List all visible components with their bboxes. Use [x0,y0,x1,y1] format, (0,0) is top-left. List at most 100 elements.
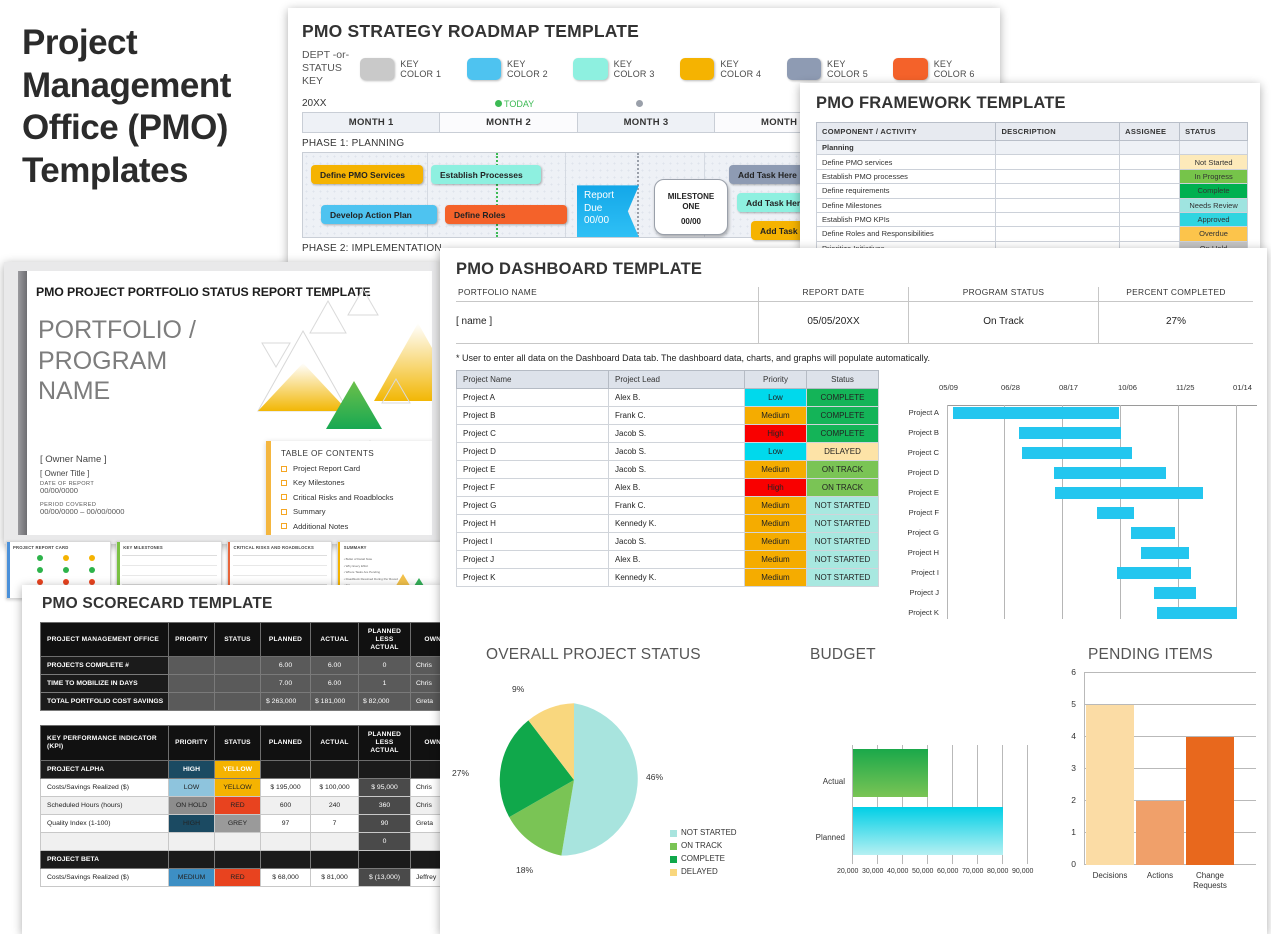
status-badge[interactable]: Approved [1180,212,1248,226]
cell[interactable] [996,212,1120,226]
status-badge[interactable]: Needs Review [1180,198,1248,212]
priority-badge[interactable]: HIGH [169,760,215,778]
priority-badge[interactable]: Medium [745,515,807,533]
cell[interactable] [1120,169,1180,183]
priority-badge[interactable]: LOW [169,778,215,796]
cell[interactable] [311,760,359,778]
cell[interactable] [169,850,215,868]
cell[interactable] [996,184,1120,198]
cell[interactable] [169,657,215,675]
cell[interactable] [1120,155,1180,169]
priority-badge[interactable]: Medium [745,407,807,425]
gantt-bar[interactable] [1131,527,1175,539]
cell[interactable] [1120,184,1180,198]
status-badge[interactable]: ON TRACK [807,461,879,479]
status-badge[interactable]: COMPLETE [807,425,879,443]
pending-bar-actions[interactable] [1136,801,1184,865]
cell[interactable] [1120,212,1180,226]
pending-bar-change-requests[interactable] [1186,737,1234,865]
cell[interactable] [215,850,261,868]
cell[interactable] [311,850,359,868]
cell[interactable] [359,760,411,778]
cell[interactable] [215,693,261,711]
priority-badge[interactable]: Low [745,443,807,461]
status-badge[interactable]: Overdue [1180,227,1248,241]
gantt-bar[interactable] [1022,447,1132,459]
gantt-bar[interactable] [1141,547,1189,559]
gantt-bar[interactable] [1117,567,1191,579]
priority-badge[interactable]: Medium [745,461,807,479]
priority-badge[interactable]: Medium [745,551,807,569]
status-badge[interactable]: NOT STARTED [807,569,879,587]
cell[interactable] [996,155,1120,169]
roadmap-task-bar[interactable]: Define Roles [445,205,567,224]
cell[interactable] [359,850,411,868]
status-badge[interactable]: YELLOW [215,760,261,778]
val-percent-completed[interactable]: 27% [1098,302,1253,343]
roadmap-task-bar[interactable]: Define PMO Services [311,165,423,184]
status-badge[interactable]: NOT STARTED [807,533,879,551]
legend-item-delayed[interactable]: DELAYED [670,866,737,879]
gantt-bar[interactable] [1019,427,1121,439]
val-portfolio-name[interactable]: [ name ] [456,302,758,343]
toc-item[interactable]: Key Milestones [281,478,432,487]
status-badge[interactable]: RED [215,868,261,886]
cell[interactable] [1120,227,1180,241]
priority-badge[interactable]: ON HOLD [169,796,215,814]
cell[interactable] [1120,198,1180,212]
priority-badge[interactable]: Low [745,389,807,407]
cell[interactable] [311,832,359,850]
pending-bar-decisions[interactable] [1086,705,1134,865]
cell[interactable] [996,227,1120,241]
gantt-bar[interactable] [1055,487,1203,499]
status-badge[interactable]: NOT STARTED [807,551,879,569]
cell[interactable] [996,198,1120,212]
status-badge[interactable]: Not Started [1180,155,1248,169]
status-badge[interactable]: COMPLETE [807,389,879,407]
priority-badge[interactable]: MEDIUM [169,868,215,886]
cell[interactable] [261,760,311,778]
roadmap-task-bar[interactable]: Develop Action Plan [321,205,437,224]
priority-badge[interactable]: HIGH [169,814,215,832]
status-badge[interactable]: GREY [215,814,261,832]
budget-bar-actual[interactable] [853,749,928,797]
gantt-bar[interactable] [1054,467,1166,479]
gantt-bar[interactable] [1157,607,1237,619]
legend-item-not-started[interactable]: NOT STARTED [670,827,737,840]
gantt-bar[interactable] [953,407,1119,419]
gantt-bar[interactable] [1154,587,1196,599]
val-program-status[interactable]: On Track [908,302,1098,343]
toc-item[interactable]: Summary [281,507,432,516]
status-badge[interactable]: YELLOW [215,778,261,796]
cell[interactable] [169,693,215,711]
status-badge[interactable]: COMPLETE [807,407,879,425]
legend-item-complete[interactable]: COMPLETE [670,853,737,866]
status-badge[interactable]: ON TRACK [807,479,879,497]
status-badge[interactable]: DELAYED [807,443,879,461]
priority-badge[interactable]: High [745,479,807,497]
priority-badge[interactable]: High [745,425,807,443]
budget-bar-planned[interactable] [853,807,1003,855]
toc-item[interactable]: Project Report Card [281,464,432,473]
cell[interactable] [996,169,1120,183]
priority-badge[interactable]: Medium [745,533,807,551]
status-badge[interactable]: Complete [1180,184,1248,198]
gantt-bar[interactable] [1097,507,1134,519]
cell[interactable] [215,832,261,850]
cell[interactable] [169,832,215,850]
legend-item-on-track[interactable]: ON TRACK [670,840,737,853]
priority-badge[interactable]: Medium [745,497,807,515]
status-badge[interactable]: NOT STARTED [807,515,879,533]
val-report-date[interactable]: 05/05/20XX [758,302,908,343]
toc-item[interactable]: Additional Notes [281,522,432,531]
toc-item[interactable]: Critical Risks and Roadblocks [281,493,432,502]
cell[interactable] [261,850,311,868]
roadmap-task-bar[interactable]: Establish Processes [431,165,541,184]
priority-badge[interactable]: Medium [745,569,807,587]
cell[interactable] [169,675,215,693]
cell[interactable] [215,657,261,675]
cell[interactable] [261,832,311,850]
cell[interactable] [215,675,261,693]
status-badge[interactable]: NOT STARTED [807,497,879,515]
status-badge[interactable]: RED [215,796,261,814]
